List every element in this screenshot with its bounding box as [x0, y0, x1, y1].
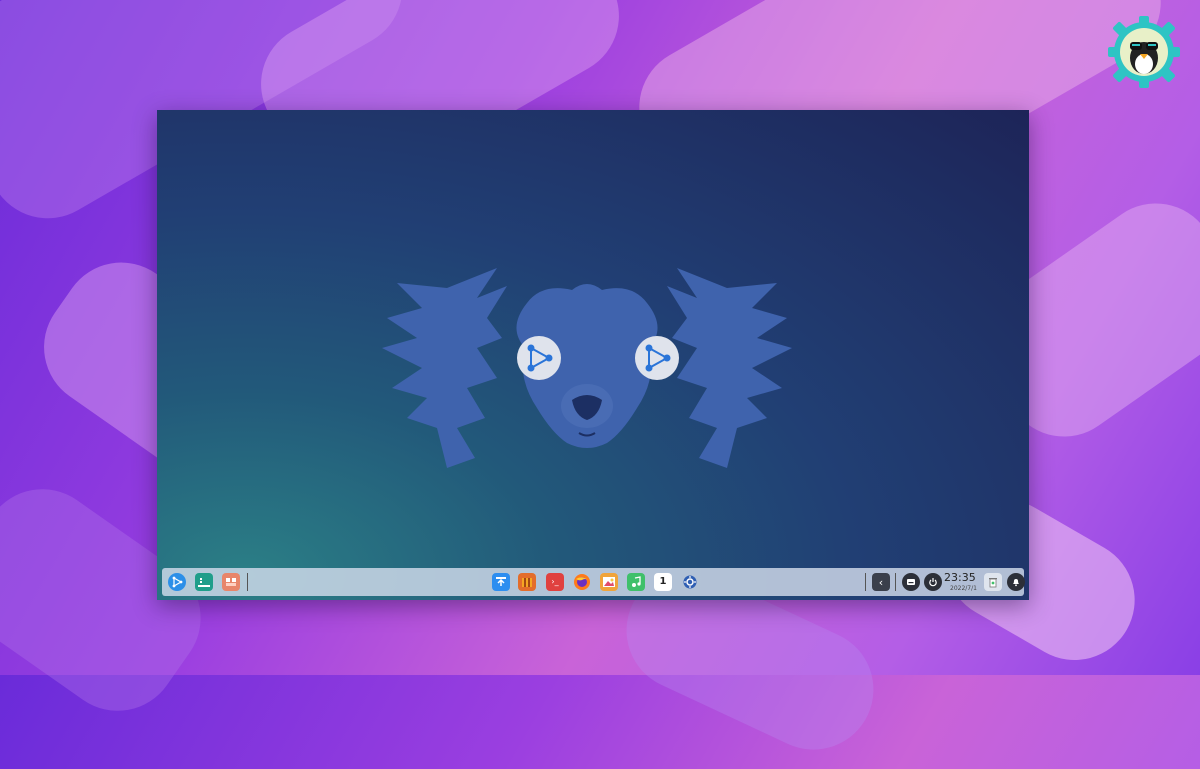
mascot-face-icon — [382, 268, 792, 468]
taskbar: ›_ 1 ‹ 23:35 2022/7/1 — [162, 568, 1025, 596]
terminal-red-icon: ›_ — [551, 577, 559, 586]
photos-icon — [603, 577, 615, 587]
eye-right — [635, 336, 679, 380]
music-button[interactable] — [627, 573, 645, 591]
chevron-left-icon: ‹ — [878, 575, 884, 589]
clock-date[interactable]: 2022/7/1 — [950, 585, 977, 592]
separator — [895, 573, 896, 591]
calendar-button[interactable]: 1 — [654, 573, 672, 591]
firefox-icon — [574, 574, 590, 590]
tray-collapse-button[interactable]: ‹ — [872, 573, 890, 591]
eye-left — [517, 336, 561, 380]
desktop-screen: ›_ 1 ‹ 23:35 2022/7/1 — [157, 110, 1029, 600]
trash-icon — [989, 578, 997, 588]
power-icon — [929, 578, 937, 587]
calendar-icon: 1 — [659, 576, 667, 587]
share-triangle-icon — [172, 576, 183, 588]
music-icon — [632, 576, 641, 587]
terminal-view-button[interactable] — [195, 573, 213, 591]
gear-icon — [683, 575, 697, 589]
separator — [247, 573, 248, 591]
bell-icon — [1013, 579, 1019, 587]
trash-button[interactable] — [984, 573, 1002, 591]
notification-button[interactable] — [1007, 573, 1025, 591]
archive-manager-button[interactable] — [518, 573, 536, 591]
terminal-icon — [198, 578, 210, 587]
gear-penguin-logo-icon — [1108, 16, 1180, 88]
power-button[interactable] — [924, 573, 942, 591]
multitask-icon — [226, 578, 236, 586]
multitask-button[interactable] — [222, 573, 240, 591]
launcher-button[interactable] — [168, 573, 186, 591]
firefox-button[interactable] — [573, 573, 591, 591]
terminal-button[interactable]: ›_ — [546, 573, 564, 591]
keyboard-icon — [907, 579, 915, 585]
keyboard-button[interactable] — [902, 573, 920, 591]
app-store-icon — [496, 577, 506, 586]
separator — [865, 573, 866, 591]
settings-button[interactable] — [681, 573, 699, 591]
image-viewer-button[interactable] — [600, 573, 618, 591]
clock-time[interactable]: 23:35 — [944, 571, 976, 584]
app-store-button[interactable] — [492, 573, 510, 591]
archive-icon — [522, 578, 532, 587]
